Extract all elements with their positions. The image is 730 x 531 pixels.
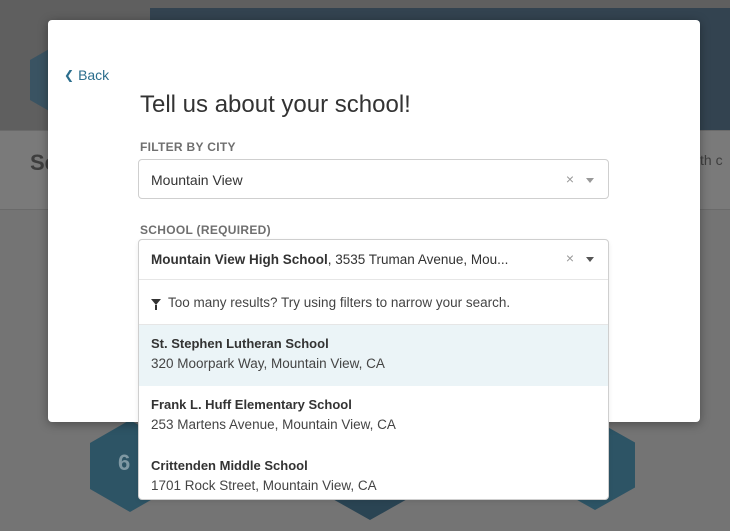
school-option[interactable]: Crittenden Middle School 1701 Rock Stree… <box>139 447 608 499</box>
city-filter-label: FILTER BY CITY <box>140 140 236 154</box>
option-address: 253 Martens Avenue, Mountain View, CA <box>151 417 396 432</box>
school-select[interactable]: Mountain View High School, 3535 Truman A… <box>138 239 609 500</box>
option-address: 1701 Rock Street, Mountain View, CA <box>151 478 377 493</box>
school-option[interactable]: Frank L. Huff Elementary School 253 Mart… <box>139 386 608 447</box>
chevron-left-icon: ❮ <box>64 68 75 82</box>
option-address: 320 Moorpark Way, Mountain View, CA <box>151 356 385 371</box>
background-side-text: th c <box>700 152 723 168</box>
school-address: , 3535 Truman Avenue, Mou... <box>327 252 509 267</box>
school-name: Mountain View High School <box>151 252 328 267</box>
chevron-down-icon[interactable] <box>586 257 594 262</box>
chevron-down-icon[interactable] <box>586 178 594 183</box>
back-button[interactable]: ❮ Back <box>64 67 109 83</box>
school-select-control[interactable]: Mountain View High School, 3535 Truman A… <box>139 240 608 280</box>
city-filter-select[interactable]: Mountain View × <box>138 159 609 199</box>
badge-number: 6 <box>118 450 131 475</box>
modal-title: Tell us about your school! <box>140 91 411 118</box>
school-label: SCHOOL (REQUIRED) <box>140 223 271 237</box>
school-option[interactable]: St. Stephen Lutheran School 320 Moorpark… <box>139 325 608 386</box>
clear-icon[interactable]: × <box>566 171 574 187</box>
option-name: St. Stephen Lutheran School <box>151 336 329 351</box>
city-filter-value: Mountain View <box>151 172 243 188</box>
option-name: Frank L. Huff Elementary School <box>151 397 352 412</box>
option-name: Crittenden Middle School <box>151 458 308 473</box>
filter-hint: Too many results? Try using filters to n… <box>139 280 608 325</box>
filter-icon <box>151 299 161 310</box>
clear-icon[interactable]: × <box>566 250 574 266</box>
school-select-value: Mountain View High School, 3535 Truman A… <box>151 252 556 267</box>
filter-hint-text: Too many results? Try using filters to n… <box>168 294 511 310</box>
back-label: Back <box>78 67 110 83</box>
